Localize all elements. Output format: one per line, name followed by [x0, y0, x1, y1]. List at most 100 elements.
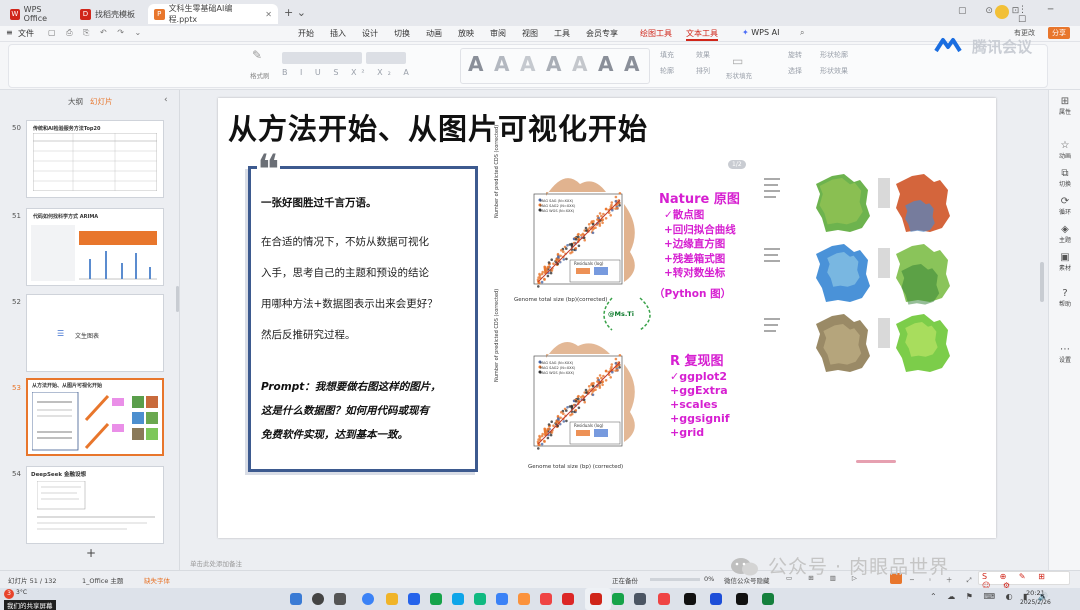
- menu-member[interactable]: 会员专享: [586, 28, 618, 39]
- shape-style-icon[interactable]: ▭: [732, 54, 743, 68]
- font-family-select[interactable]: [282, 52, 362, 64]
- select-button[interactable]: 选择: [788, 66, 802, 76]
- text-effect-button[interactable]: 效果: [696, 50, 710, 60]
- menu-view[interactable]: 视图: [522, 28, 538, 39]
- theme-name[interactable]: 1_Office 主题: [82, 575, 123, 585]
- tab-pptx-file[interactable]: P 文科生零基础AI编程.pptx ✕: [148, 4, 278, 24]
- menu-tools[interactable]: 工具: [554, 28, 570, 39]
- quick-access-icons[interactable]: ▢ ⎙ ⎘ ↶ ↷ ⌄: [48, 28, 145, 38]
- font-size-select[interactable]: [366, 52, 406, 64]
- menu-design[interactable]: 设计: [362, 28, 378, 39]
- text-style-a-4[interactable]: A: [546, 52, 561, 76]
- app-icon-blue[interactable]: [496, 593, 508, 605]
- chrome-icon[interactable]: [362, 593, 374, 605]
- slide-thumbnail-50[interactable]: 传统和AI检验服务方法Top20: [26, 120, 164, 198]
- app-icon-green[interactable]: [474, 593, 486, 605]
- tab-wps-office[interactable]: W WPS Office: [4, 4, 68, 24]
- app-icon-black2[interactable]: [736, 593, 748, 605]
- page-badge[interactable]: 1/2: [728, 160, 746, 169]
- menu-file[interactable]: 文件: [18, 28, 34, 39]
- text-fill-button[interactable]: 填充: [660, 50, 674, 60]
- slide-title[interactable]: 从方法开始、从图片可视化开始: [228, 106, 648, 148]
- help-button[interactable]: ? 帮助: [1049, 288, 1080, 308]
- tab-templates[interactable]: D 找稻壳模板: [74, 4, 146, 24]
- app-icon-red3[interactable]: [658, 593, 670, 605]
- app-icon-black[interactable]: [684, 593, 696, 605]
- new-tab-icon[interactable]: + ⌄: [284, 6, 306, 19]
- collapse-panel-icon[interactable]: ‹: [164, 95, 168, 105]
- edge-icon[interactable]: [452, 593, 464, 605]
- app-icon-green2[interactable]: [612, 593, 624, 605]
- menu-wps-ai[interactable]: ✦ WPS AI: [742, 28, 779, 37]
- notification-badge[interactable]: 3: [4, 589, 14, 599]
- slide-thumbnail-54[interactable]: DeepSeek 金融设想: [26, 466, 164, 544]
- folder-icon[interactable]: [386, 593, 398, 605]
- sidebar-scrollbar[interactable]: [176, 286, 179, 312]
- slide-thumbnail-51[interactable]: 代码如何找科学方式 ARIMA: [26, 208, 164, 286]
- slide-thumbnail-52[interactable]: ☰ 文生图表: [26, 294, 164, 372]
- shape-outline-button[interactable]: 形状轮廓: [820, 50, 848, 60]
- text-outline-button[interactable]: 轮廓: [660, 66, 674, 76]
- menu-insert[interactable]: 插入: [330, 28, 346, 39]
- theme-button[interactable]: ◈ 主题: [1049, 224, 1080, 244]
- task-view-icon[interactable]: [334, 593, 346, 605]
- animation-button[interactable]: ☆ 动画: [1049, 140, 1080, 160]
- text-style-a-2[interactable]: A: [494, 52, 509, 76]
- menu-animation[interactable]: 动画: [426, 28, 442, 39]
- notes-placeholder[interactable]: 单击此处添加备注: [190, 558, 242, 568]
- slide-thumbnail-53[interactable]: 从方法开始、从图片可视化开始: [26, 378, 164, 456]
- screen-share-label[interactable]: 我们的共享屏幕: [4, 600, 56, 610]
- menu-review[interactable]: 审阅: [490, 28, 506, 39]
- wps-taskbar-icon[interactable]: [590, 593, 602, 605]
- slide-counter[interactable]: 幻灯片 51 / 132: [8, 575, 57, 585]
- weather-temp[interactable]: 3°C: [16, 589, 27, 596]
- search-taskbar-icon[interactable]: [312, 593, 324, 605]
- avatar[interactable]: [995, 5, 1009, 19]
- app-icon-red[interactable]: [540, 593, 552, 605]
- wechat-taskbar-icon[interactable]: [430, 593, 442, 605]
- tab-outline[interactable]: 大纲: [68, 96, 83, 107]
- format-painter-label[interactable]: 格式刷: [250, 70, 270, 80]
- text-style-a-1[interactable]: A: [468, 52, 483, 76]
- font-style-buttons[interactable]: B I U S X² X₂ A: [282, 68, 414, 77]
- app-icon-green3[interactable]: [762, 593, 774, 605]
- hamburger-icon[interactable]: ≡: [6, 28, 13, 37]
- slide-canvas[interactable]: 从方法开始、从图片可视化开始 ❝ 一张好图胜过千言万语。 在合适的情况下，不妨从…: [218, 98, 996, 538]
- menu-text-tools[interactable]: 文本工具: [686, 28, 718, 41]
- missing-font-warning[interactable]: 缺失字体: [144, 575, 170, 585]
- text-style-a-6[interactable]: A: [598, 52, 613, 76]
- canvas-scrollbar[interactable]: [1040, 262, 1044, 302]
- menu-slideshow[interactable]: 放映: [458, 28, 474, 39]
- transition-button[interactable]: ⧉ 切换: [1049, 168, 1080, 188]
- menu-transition[interactable]: 切换: [394, 28, 410, 39]
- tab-slides[interactable]: 幻灯片: [90, 96, 113, 107]
- window-tool-icons[interactable]: ▢ ⊙ ⊡: [958, 6, 1027, 16]
- text-style-a-5[interactable]: A: [572, 52, 587, 76]
- loop-button[interactable]: ⟳ 循环: [1049, 196, 1080, 216]
- material-button[interactable]: ▣ 素材: [1049, 252, 1080, 272]
- add-slide-button[interactable]: +: [86, 546, 96, 560]
- menu-home[interactable]: 开始: [298, 28, 314, 39]
- ime-toolbar[interactable]: S ⊕ ✎ ⊞ ☺ ⚙: [978, 571, 1070, 590]
- quote-textbox[interactable]: ❝ 一张好图胜过千言万语。 在合适的情况下，不妨从数据可视化 入手，思考自己的主…: [248, 149, 478, 472]
- text-style-a-7[interactable]: A: [624, 52, 639, 76]
- rotate-button[interactable]: 旋转: [788, 50, 802, 60]
- start-icon[interactable]: [290, 593, 302, 605]
- search-icon[interactable]: ⌕: [800, 28, 804, 38]
- menu-drawing-tools[interactable]: 绘图工具: [640, 28, 672, 39]
- app-icon-orange[interactable]: [518, 593, 530, 605]
- shape-fill-button[interactable]: 形状填充: [726, 70, 752, 80]
- shape-effect-button[interactable]: 形状效果: [820, 66, 848, 76]
- property-button[interactable]: ⊞ 属性: [1049, 96, 1080, 116]
- window-controls[interactable]: ⋮ ─ ☐: [1018, 5, 1080, 25]
- settings-button[interactable]: ⋯ 设置: [1049, 344, 1080, 364]
- app-icon-blue2[interactable]: [710, 593, 722, 605]
- app-icon-gray[interactable]: [634, 593, 646, 605]
- close-tab-icon[interactable]: ✕: [265, 10, 272, 19]
- system-tray-icons[interactable]: ⌃ ☁ ⚑ ⌨ ◐ ▮ 🔊: [930, 592, 1052, 601]
- arrange-button[interactable]: 排列: [696, 66, 710, 76]
- mail-icon[interactable]: [408, 593, 420, 605]
- text-style-a-3[interactable]: A: [520, 52, 535, 76]
- format-painter-icon[interactable]: ✎: [252, 48, 262, 62]
- app-icon-red2[interactable]: [562, 593, 574, 605]
